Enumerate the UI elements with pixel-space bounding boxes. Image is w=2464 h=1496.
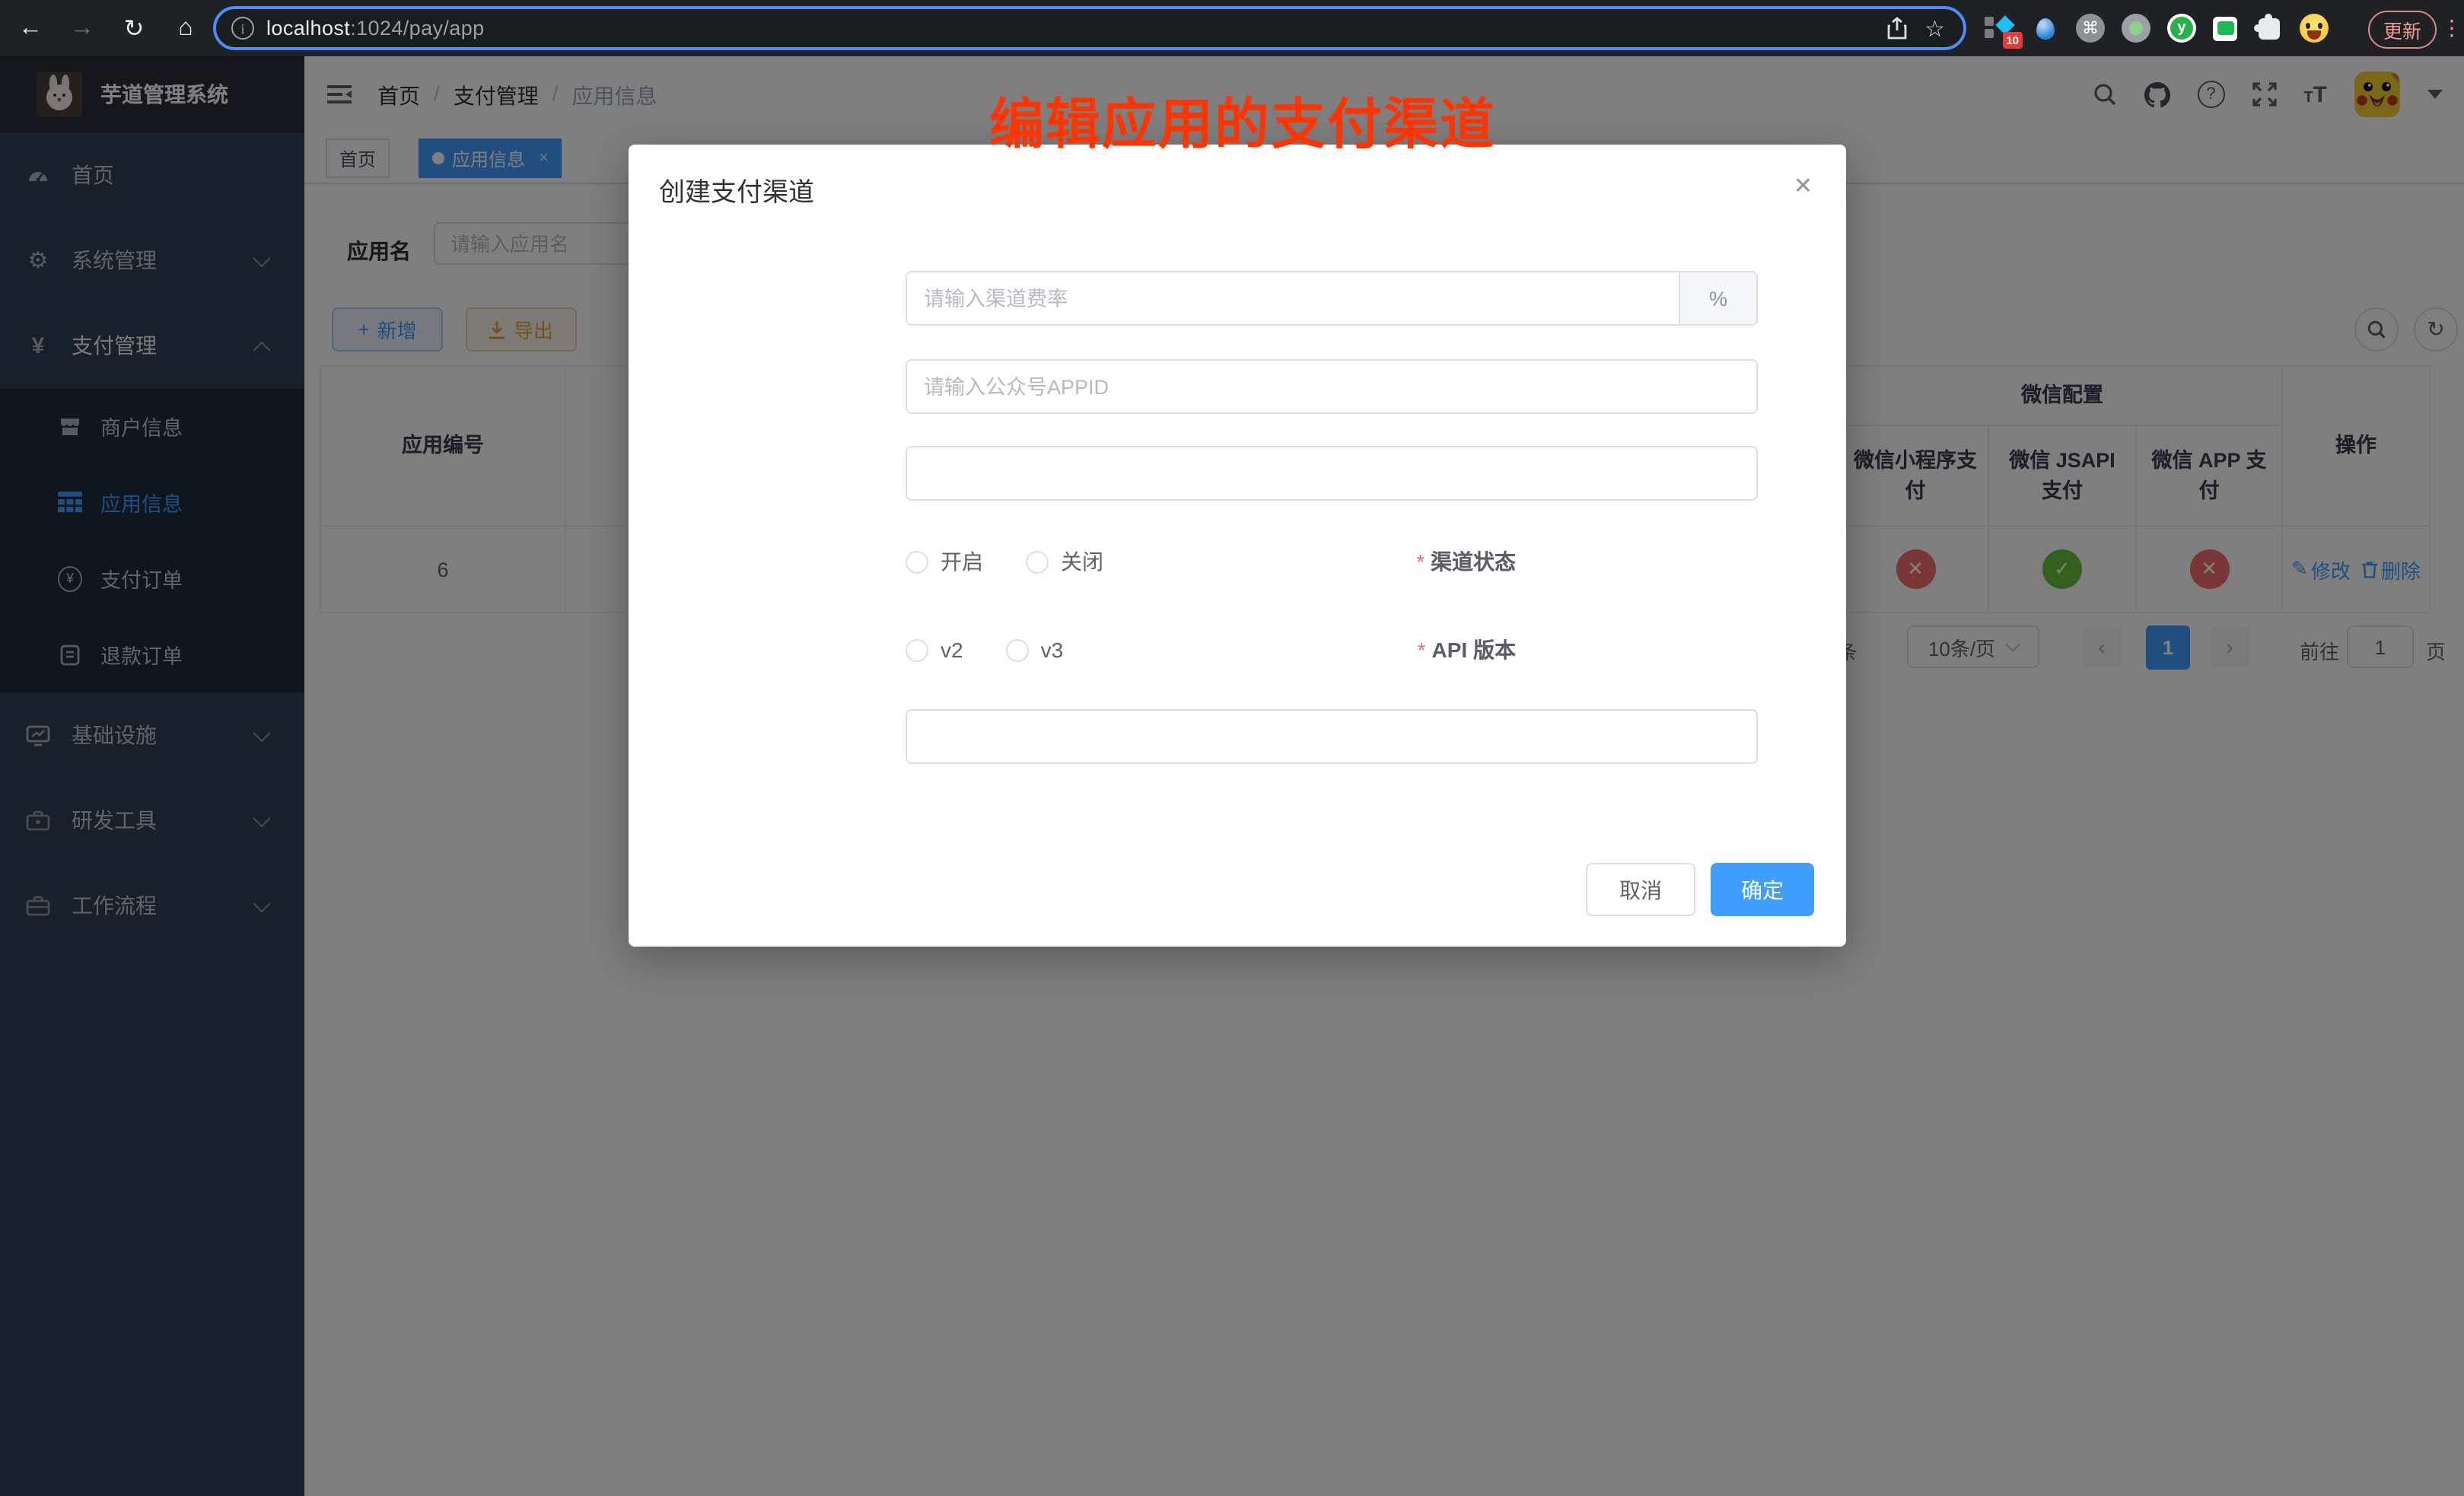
- extensions-puzzle-icon[interactable]: [2254, 14, 2283, 43]
- address-bar[interactable]: i localhost:1024/pay/app ☆: [213, 6, 1966, 50]
- extension-balloon-icon[interactable]: [2030, 14, 2059, 43]
- browser-update-button[interactable]: 更新: [2368, 11, 2437, 49]
- url-text[interactable]: localhost:1024/pay/app: [266, 17, 485, 40]
- browser-chrome: ← → ↻ ⌂ i localhost:1024/pay/app ☆ 10 ⌘ …: [0, 0, 2464, 56]
- fee-rate-input[interactable]: %: [906, 271, 1758, 326]
- form-row-remark: 备注: [629, 709, 1846, 764]
- share-icon[interactable]: [1886, 17, 1906, 40]
- confirm-button[interactable]: 确定: [1711, 863, 1814, 916]
- dialog-footer: 取消 确定: [1586, 863, 1814, 916]
- extension-command-icon[interactable]: ⌘: [2076, 14, 2105, 43]
- fee-rate-input-inner[interactable]: [907, 272, 1679, 324]
- cancel-button[interactable]: 取消: [1586, 863, 1695, 916]
- extensions-row: 10 ⌘ y: [1985, 0, 2329, 56]
- bookmark-star-icon[interactable]: ☆: [1924, 14, 1945, 42]
- radio-icon: [906, 638, 928, 661]
- radio-api-v2[interactable]: v2: [906, 638, 963, 662]
- create-payment-channel-dialog: 创建支付渠道 ✕ 渠道费率 % 公众号APPID 商户号 渠道状态: [629, 145, 1846, 947]
- radio-icon: [1006, 638, 1029, 661]
- browser-back-icon[interactable]: ←: [9, 7, 52, 49]
- radio-api-v3[interactable]: v3: [1006, 638, 1064, 662]
- browser-profile-avatar[interactable]: [2300, 14, 2329, 43]
- extension-y-icon[interactable]: y: [2167, 14, 2196, 43]
- browser-home-icon[interactable]: ⌂: [164, 7, 207, 49]
- annotation-text: 编辑应用的支付渠道: [989, 81, 1496, 160]
- extension-recorder-icon[interactable]: [2122, 14, 2150, 43]
- merchant-no-input[interactable]: [906, 446, 1758, 501]
- extension-pinned-icon[interactable]: 10: [1985, 14, 2014, 43]
- extension-badge: 10: [2002, 32, 2023, 49]
- site-info-icon[interactable]: i: [231, 17, 254, 40]
- radio-icon: [906, 550, 928, 573]
- extension-chat-icon[interactable]: [2213, 16, 2237, 40]
- form-row-appid: 公众号APPID: [629, 359, 1846, 414]
- browser-menu-icon[interactable]: ⋮: [2441, 15, 2462, 41]
- form-row-merchant-no: 商户号: [629, 446, 1846, 501]
- browser-forward-icon[interactable]: →: [61, 7, 103, 49]
- percent-suffix: %: [1679, 272, 1756, 324]
- radio-icon: [1026, 550, 1049, 573]
- screen: ← → ↻ ⌂ i localhost:1024/pay/app ☆ 10 ⌘ …: [0, 0, 2464, 1496]
- radio-status-open[interactable]: 开启: [906, 546, 983, 577]
- form-row-channel-status: 渠道状态 开启 关闭: [629, 534, 1846, 589]
- dialog-close-icon[interactable]: ✕: [1794, 172, 1813, 199]
- radio-status-closed[interactable]: 关闭: [1026, 546, 1103, 577]
- form-row-api-version: API 版本 v2 v3: [629, 622, 1846, 677]
- appid-input[interactable]: [906, 359, 1758, 414]
- remark-input[interactable]: [906, 709, 1758, 764]
- dialog-title: 创建支付渠道: [659, 170, 814, 208]
- form-row-fee-rate: 渠道费率 %: [629, 271, 1846, 326]
- browser-reload-icon[interactable]: ↻: [113, 7, 155, 49]
